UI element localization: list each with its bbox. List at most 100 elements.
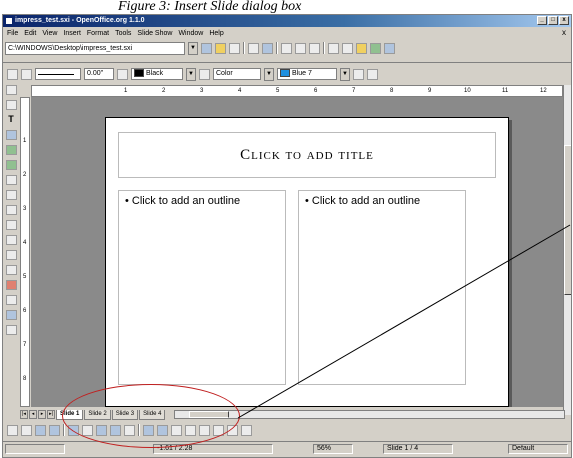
handout-view-icon[interactable] xyxy=(68,424,79,436)
open-icon[interactable] xyxy=(215,42,226,54)
select-icon[interactable] xyxy=(5,85,17,95)
status-zoom[interactable]: 56% xyxy=(313,444,353,454)
print-icon[interactable] xyxy=(262,42,273,54)
menu-format[interactable]: Format xyxy=(87,30,109,37)
percent-icon[interactable] xyxy=(241,424,252,436)
tab-slide-4[interactable]: Slide 4 xyxy=(139,409,166,420)
save-icon[interactable] xyxy=(229,42,240,54)
gallery-icon[interactable] xyxy=(370,42,381,54)
effects-icon[interactable] xyxy=(5,280,17,290)
cut-icon[interactable] xyxy=(281,42,292,54)
last-slide-button[interactable]: ▸| xyxy=(47,410,55,419)
area-style-dropdown[interactable]: ▼ xyxy=(264,67,274,81)
slide-view-icon[interactable] xyxy=(35,424,46,436)
vertical-ruler[interactable]: 1 2 3 4 5 6 7 8 xyxy=(20,97,30,407)
menu-view[interactable]: View xyxy=(42,30,57,37)
slide-workarea[interactable]: Click to add title • Click to add an out… xyxy=(31,97,563,407)
show-icon[interactable] xyxy=(5,325,17,335)
chart-icon[interactable] xyxy=(213,424,224,436)
transform-icon[interactable] xyxy=(367,68,378,80)
area-icon[interactable] xyxy=(199,68,210,80)
line-style-select[interactable] xyxy=(35,68,81,80)
menu-help[interactable]: Help xyxy=(209,30,223,37)
area-color-dropdown[interactable]: ▼ xyxy=(340,67,350,81)
horizontal-ruler[interactable]: 1 2 3 4 5 6 7 8 9 10 11 12 xyxy=(31,85,563,97)
interaction-icon[interactable] xyxy=(5,295,17,305)
line-width-field[interactable]: 0.00" xyxy=(84,68,114,80)
menu-file[interactable]: File xyxy=(7,30,18,37)
snap-icon[interactable] xyxy=(157,424,168,436)
export-pdf-icon[interactable] xyxy=(248,42,259,54)
layer-view-icon[interactable] xyxy=(110,424,121,436)
document-close-button[interactable]: x xyxy=(562,28,566,37)
menu-edit[interactable]: Edit xyxy=(24,30,36,37)
close-button[interactable]: x xyxy=(559,16,569,25)
status-slide: Slide 1 / 4 xyxy=(383,444,453,454)
rotate-icon[interactable] xyxy=(5,220,17,230)
line-color-dropdown[interactable]: ▼ xyxy=(186,67,196,81)
outline-placeholder-right[interactable]: • Click to add an outline xyxy=(298,190,466,385)
edit-file-icon[interactable] xyxy=(201,42,212,54)
menu-insert[interactable]: Insert xyxy=(63,30,81,37)
align-icon[interactable] xyxy=(7,68,18,80)
h-tick: 5 xyxy=(276,88,280,94)
url-field[interactable]: C:\WINDOWS\Desktop\impress_test.sxi xyxy=(5,41,185,55)
menu-window[interactable]: Window xyxy=(178,30,203,37)
notes-view-icon[interactable] xyxy=(49,424,60,436)
layout-icon[interactable] xyxy=(227,424,238,436)
curve-icon[interactable] xyxy=(5,175,17,185)
toolbar-separator xyxy=(323,42,325,54)
shadow-icon[interactable] xyxy=(353,68,364,80)
table-icon[interactable] xyxy=(199,424,210,436)
next-slide-button[interactable]: ▸ xyxy=(38,410,46,419)
line-color-select[interactable]: Black xyxy=(131,68,183,80)
master-view-icon[interactable] xyxy=(96,424,107,436)
points-icon[interactable] xyxy=(185,424,196,436)
prev-slide-button[interactable]: ◂ xyxy=(29,410,37,419)
copy-icon[interactable] xyxy=(295,42,306,54)
tab-slide-1[interactable]: Slide 1 xyxy=(56,409,84,420)
connector-icon[interactable] xyxy=(5,205,17,215)
lines-arrows-icon[interactable] xyxy=(5,190,17,200)
v-tick: 3 xyxy=(23,206,27,212)
paste-icon[interactable] xyxy=(309,42,320,54)
undo-icon[interactable] xyxy=(328,42,339,54)
menu-tools[interactable]: Tools xyxy=(115,30,131,37)
ellipse-icon[interactable] xyxy=(5,145,17,155)
menu-slide-show[interactable]: Slide Show xyxy=(137,30,172,37)
redo-icon[interactable] xyxy=(342,42,353,54)
text-icon[interactable]: T xyxy=(6,115,17,125)
outline-view-icon[interactable] xyxy=(21,424,32,436)
zoom-icon[interactable] xyxy=(5,100,17,110)
help-icon[interactable] xyxy=(384,42,395,54)
object-icon[interactable] xyxy=(124,424,135,436)
tab-slide-3[interactable]: Slide 3 xyxy=(111,409,139,420)
insert-icon[interactable] xyxy=(5,265,17,275)
rectangle-icon[interactable] xyxy=(5,130,17,140)
horizontal-scroll-thumb[interactable] xyxy=(189,411,230,418)
horizontal-scrollbar[interactable] xyxy=(174,410,565,419)
outline-placeholder-left[interactable]: • Click to add an outline xyxy=(118,190,286,385)
alignment-icon[interactable] xyxy=(5,235,17,245)
3d-objects-icon[interactable] xyxy=(5,160,17,170)
first-slide-button[interactable]: |◂ xyxy=(20,410,28,419)
vertical-scroll-thumb[interactable] xyxy=(564,145,571,295)
slide-sorter-icon[interactable] xyxy=(82,424,93,436)
minimize-button[interactable]: _ xyxy=(537,16,547,25)
area-color-select[interactable]: Blue 7 xyxy=(277,68,337,80)
slide-canvas[interactable]: Click to add title • Click to add an out… xyxy=(105,117,509,407)
title-placeholder[interactable]: Click to add title xyxy=(118,132,496,178)
line-icon[interactable] xyxy=(21,68,32,80)
spin-icon[interactable] xyxy=(117,68,128,80)
tab-slide-2[interactable]: Slide 2 xyxy=(84,409,111,420)
guides-icon[interactable] xyxy=(171,424,182,436)
drawing-view-icon[interactable] xyxy=(7,424,18,436)
navigator-icon[interactable] xyxy=(356,42,367,54)
maximize-button[interactable]: □ xyxy=(548,16,558,25)
area-style-select[interactable]: Color xyxy=(213,68,261,80)
grid-icon[interactable] xyxy=(143,424,154,436)
3d-controller-icon[interactable] xyxy=(5,310,17,320)
vertical-scrollbar[interactable] xyxy=(563,85,571,415)
url-dropdown-button[interactable]: ▼ xyxy=(188,41,198,55)
arrange-icon[interactable] xyxy=(5,250,17,260)
